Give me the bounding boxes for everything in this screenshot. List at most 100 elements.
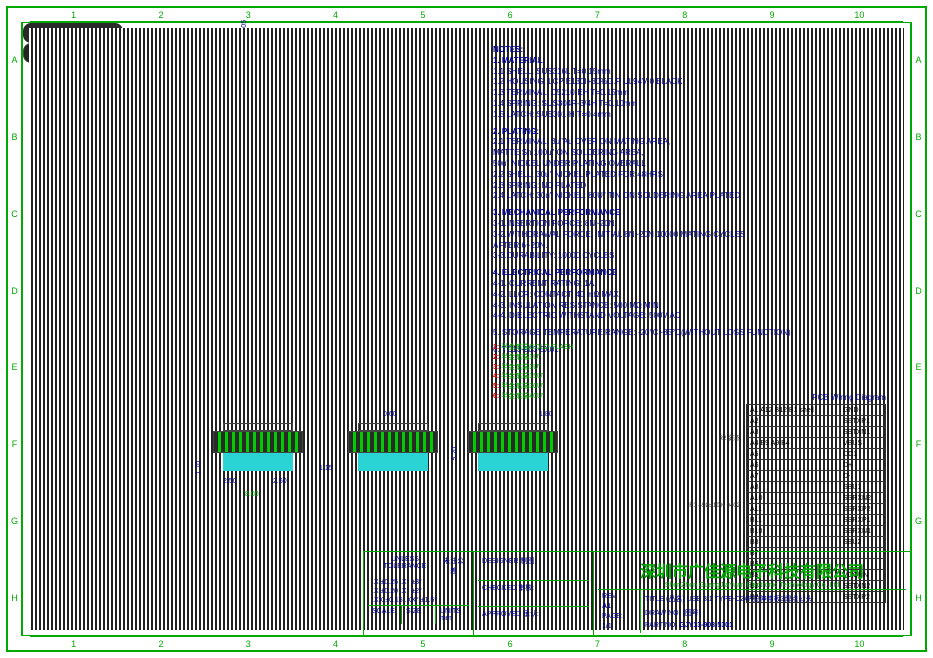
grid-col: 10 <box>816 637 903 650</box>
wiring-cell: A11 <box>747 504 840 515</box>
notes-s1-title: 1. MATERIAL: <box>493 56 545 65</box>
legend-item: 2: 半金笔端1U" <box>493 353 574 363</box>
grid-left: ABCDEFGH <box>8 22 22 636</box>
tol-line-2: .XX ±0.15 .XX° ±1.5° <box>368 596 469 605</box>
wiring-cell: SSRXP2 <box>840 504 886 515</box>
grid-col: 3 <box>205 8 292 21</box>
company-name-en: ShenZhen GuangJiaYuan Electronic Technol… <box>598 582 906 589</box>
notes-line: 1.2 HOUSING: LCP E130I+30%G.F UL94V-0 BL… <box>493 77 893 88</box>
legend-item: 3: 半金笔端3U" <box>493 363 574 373</box>
wiring-cell: B10 <box>747 526 840 537</box>
wiring-cell: VBUS <box>840 438 886 449</box>
notes-line: 3-2.WITHDRAWAL FORCE: INITIAL 8N~20N 100… <box>493 230 893 241</box>
tolerance-cell: UNLESS TOLERANCE未注公差 .X ±0.25 .X° ±3° .X… <box>363 552 473 635</box>
grid-top: 12345678910 <box>30 8 903 22</box>
notes-line: 4-4. DIELECTRIC WITHSTAND VOLTAGE: 500V … <box>493 311 893 322</box>
notes-line: 4-3. INSULATION RESISTANCE: 500 MΩ MIN. <box>493 301 893 312</box>
wiring-cell: A3 <box>747 427 840 438</box>
notes-line: 3-1.INSERTION FORCE: 8N~20N. <box>493 219 893 230</box>
approved-label: APPROVED 承认: <box>478 606 589 633</box>
wiring-cell: SSRXN2 <box>840 493 886 504</box>
grid-row: G <box>912 483 925 560</box>
size-label: SIZE <box>401 606 435 624</box>
grid-row: D <box>912 252 925 329</box>
notes-line: 2.4 LATCH: 30u" NICKEL: 80U" TIN ON SOLD… <box>493 191 893 202</box>
grid-row: G <box>8 483 21 560</box>
notes-line: 50u" NICKEL UNDER PLATING OVERALL <box>493 159 893 170</box>
wiring-cell: D+ <box>840 460 886 471</box>
page-label: PAGE: <box>602 613 636 620</box>
notes-line: 2.1 TERMINAL: 3u"Au OVER ON MATING AREA, <box>493 137 893 148</box>
notes-s2-title: 2. PLATING: <box>493 127 539 136</box>
grid-col: 2 <box>117 8 204 21</box>
notes-line: 2.3 SPRING: NO PLATED <box>493 181 893 192</box>
dim-8-00: 8.00 <box>245 491 259 498</box>
designer-label: DESIGNER 制图: <box>478 554 589 580</box>
grid-row: C <box>912 176 925 253</box>
dim-2-50a: 2.50 <box>223 478 237 485</box>
grid-col: 3 <box>205 637 292 650</box>
notes-s1: 1.1 SHELL: SUS316L T=0.15mm1.2 HOUSING: … <box>493 67 893 121</box>
tol-sub: 未注公差 <box>440 556 467 576</box>
tol-line-1: .X ±0.20 .X° ±2° <box>368 587 469 596</box>
grid-col: 7 <box>554 637 641 650</box>
wiring-cell: B8 <box>747 537 840 548</box>
wiring-cell: SBU2 <box>840 537 886 548</box>
wiring-cell: A10 <box>747 493 840 504</box>
notes-line: 2.2 SHELL: 30u" NICKEL PLATED FOR 48HRS <box>493 170 893 181</box>
drawing-sheet: 12345678910 12345678910 ABCDEFGH ABCDEFG… <box>6 6 927 652</box>
wiring-cell: A2 <box>747 416 840 427</box>
page-value: 1/1 <box>602 623 636 630</box>
wiring-row: B10SSRXN1 <box>747 526 886 537</box>
tol-line-0: .X ±0.25 .X° ±3° <box>368 578 469 587</box>
wiring-cell: SSRXN1 <box>840 526 886 537</box>
wiring-caption: PCB Wiring Diagram <box>746 393 886 404</box>
wiring-cell: GND <box>840 405 886 416</box>
legend-item: 5: 半金笔端30U" <box>493 382 574 392</box>
wiring-cell: A5 <box>747 449 840 460</box>
grid-bottom: 12345678910 <box>30 636 903 650</box>
tol-hdr: UNLESS TOLERANCE <box>370 556 440 576</box>
notes-block: NOTES: 1. MATERIAL: 1.1 SHELL: SUS316L T… <box>493 45 893 362</box>
wiring-cell: SBU1 <box>840 482 886 493</box>
dim-1-15: 1.15 <box>319 465 333 472</box>
notes-s5: 5. STORAGE TEMPERATURE RANGE: -20°C~85°C… <box>493 328 893 339</box>
grid-row: H <box>912 559 925 636</box>
footprint-view-1 <box>213 423 303 473</box>
wiring-cell: A6 <box>747 460 840 471</box>
dim-0-60b: 0.60 <box>383 411 397 418</box>
draw-label: DRAW NO. (图号) <box>645 608 902 618</box>
dim-2-50b: 2.50 <box>273 478 287 485</box>
wiring-cell: D- <box>840 471 886 482</box>
units-label: UNITS <box>440 608 461 615</box>
notes-line: 4-2. LLCR: CONTACT: 40 mΩ MAX. <box>493 290 893 301</box>
wiring-row: A1 A12 B12 B1 shellGND <box>747 405 886 416</box>
grid-row: E <box>912 329 925 406</box>
grid-col: 6 <box>466 8 553 21</box>
grid-col: 7 <box>554 8 641 21</box>
company-name-cn: 深圳市广佳源电子科技有限公司 <box>598 554 906 582</box>
notes-s3: 3-1.INSERTION FORCE: 8N~20N.3-2.WITHDRAW… <box>493 219 893 262</box>
grid-row: H <box>8 559 21 636</box>
wiring-row: A2SSTXP1 <box>747 416 886 427</box>
title-label: TITLE (品名) <box>645 596 685 603</box>
notes-s4: 4-1. CURRENT RATING: 1A.4-2. LLCR: CONTA… <box>493 279 893 322</box>
r1-label: R1 45Ω±10% 0402 <box>689 503 740 509</box>
grid-col: 5 <box>379 8 466 21</box>
grid-col: 5 <box>379 637 466 650</box>
grid-col: 4 <box>292 637 379 650</box>
inner-frame: GJY · 广 佳 源 B12 B1 A1 A12 1.30±0.05 6.83… <box>22 22 911 636</box>
notes-s2: 2.1 TERMINAL: 3u"Au OVER ON MATING AREA,… <box>493 137 893 202</box>
wiring-row: A7D- <box>747 471 886 482</box>
scale-label: SCALE <box>368 606 401 624</box>
grid-col: 4 <box>292 8 379 21</box>
rev-label: REV. <box>602 593 636 600</box>
r2-label: R2 姿态 <box>719 433 740 442</box>
footprint-view-3 <box>468 423 558 473</box>
checked-label: CHECKED 审核: <box>478 580 589 607</box>
grid-col: 2 <box>117 637 204 650</box>
wiring-row: B11SSRXP1 <box>747 515 886 526</box>
grid-col: 10 <box>816 8 903 21</box>
grid-row: F <box>8 406 21 483</box>
dim-5-20: 5.20 <box>452 447 459 461</box>
